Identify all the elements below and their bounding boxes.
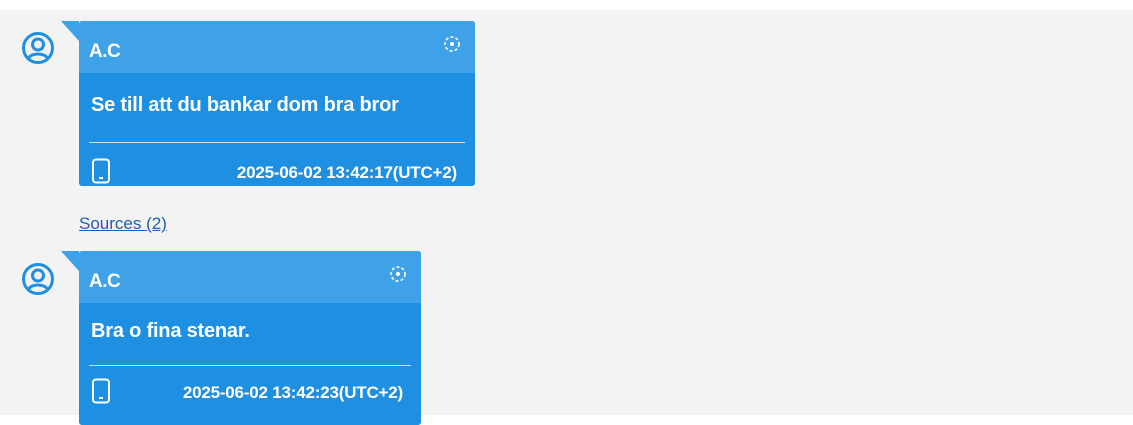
bubble-tail [61, 251, 79, 271]
bubble-tail [61, 21, 79, 41]
message-text: Bra o fina stenar. [91, 320, 250, 342]
message-bubble[interactable]: A.C Se till att du bankar dom bra bror 2… [61, 21, 475, 186]
status-spinner-icon [443, 35, 461, 53]
message-timestamp: 2025-06-02 13:42:17(UTC+2) [236, 163, 457, 182]
sender-name: A.C [89, 41, 121, 62]
message-bubble[interactable]: A.C Bra o fina stenar. 2025-06-02 13:42:… [61, 251, 421, 425]
chat-panel: A.C Se till att du bankar dom bra bror 2… [0, 10, 1133, 425]
sources-link[interactable]: Sources (2) [79, 214, 167, 234]
mobile-phone-icon [91, 158, 111, 184]
message-timestamp: 2025-06-02 13:42:23(UTC+2) [182, 383, 403, 402]
sender-name: A.C [89, 271, 121, 292]
divider [89, 142, 465, 143]
message-header [79, 21, 475, 73]
user-avatar-icon [22, 263, 54, 295]
user-avatar-icon [22, 32, 54, 64]
divider [89, 365, 411, 366]
mobile-phone-icon [91, 378, 111, 404]
status-spinner-icon [389, 265, 407, 283]
message-header [79, 251, 421, 303]
message-text: Se till att du bankar dom bra bror [91, 94, 399, 116]
